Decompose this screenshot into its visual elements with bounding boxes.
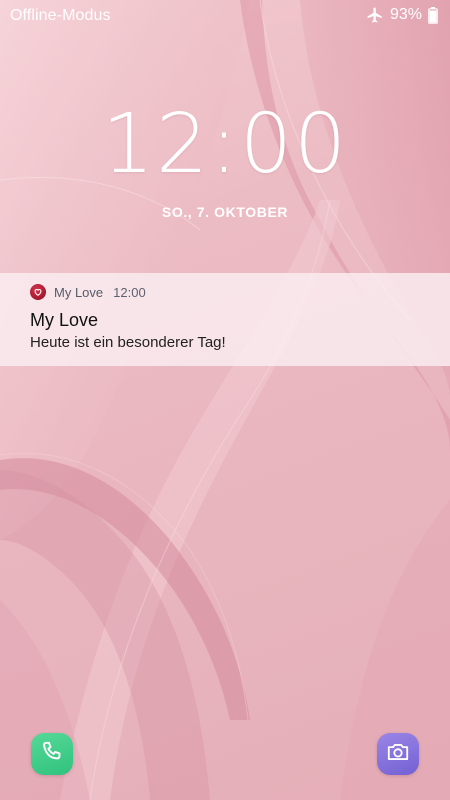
notification-title: My Love [30, 310, 99, 330]
notification-header: My Love 12:00 [30, 284, 146, 300]
notification-app-name: My Love [54, 284, 104, 300]
camera-icon [385, 739, 411, 770]
notification-card[interactable]: My Love 12:00 My Love Heute ist ein beso… [0, 273, 450, 366]
status-bar: Offline-Modus 93% [0, 0, 450, 32]
notification-text: Heute ist ein besonderer Tag! [30, 334, 226, 351]
phone-shortcut-button[interactable] [31, 733, 73, 775]
status-icons: 93% [366, 6, 438, 24]
lockscreen-clock: 12:00 [101, 97, 349, 192]
battery-icon [428, 6, 438, 24]
phone-icon [39, 739, 65, 770]
battery-percent: 93% [389, 6, 422, 23]
heart-icon [30, 284, 46, 300]
lock-screen: Offline-Modus 93% 12:00 SO., 7. OKTOBER [0, 0, 450, 800]
airplane-icon [366, 6, 384, 24]
notification-time: 12:00 [113, 284, 146, 300]
lockscreen-date: SO., 7. OKTOBER [161, 204, 289, 220]
camera-shortcut-button[interactable] [377, 733, 419, 775]
network-status-label: Offline-Modus [10, 7, 111, 24]
